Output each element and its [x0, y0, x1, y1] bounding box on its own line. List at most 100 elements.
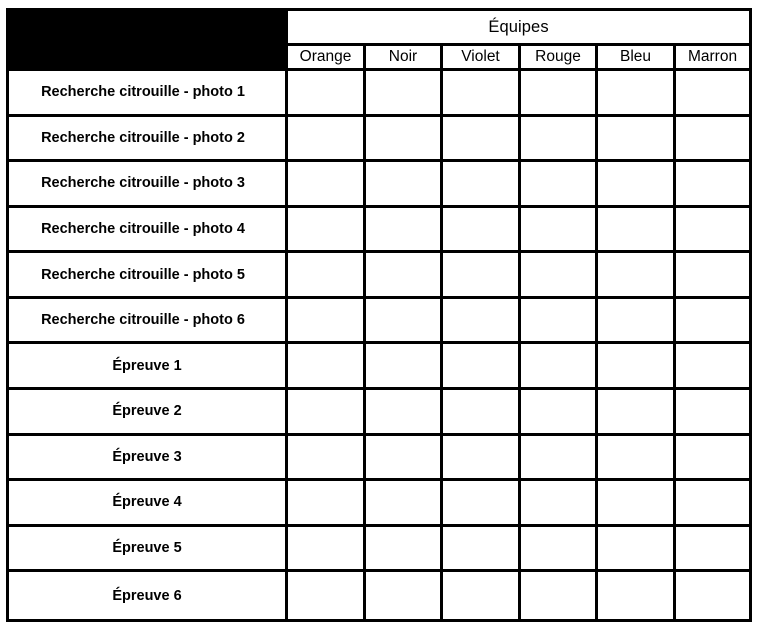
score-cell-r6-c1[interactable] [285, 295, 363, 342]
team-header-orange: Orange [285, 43, 363, 68]
row-label-12: Épreuve 6 [6, 569, 285, 622]
table-row: Épreuve 5 [6, 523, 753, 570]
table-row: Épreuve 1 [6, 341, 753, 387]
score-cell-r2-c4[interactable] [518, 113, 595, 160]
score-cell-r2-c6[interactable] [673, 113, 753, 160]
team-header-bleu: Bleu [595, 43, 673, 68]
score-cell-r3-c5[interactable] [595, 159, 673, 205]
score-cell-r11-c5[interactable] [595, 523, 673, 570]
score-cell-r3-c1[interactable] [285, 159, 363, 205]
score-cell-r12-c6[interactable] [673, 569, 753, 622]
score-cell-r9-c5[interactable] [595, 432, 673, 479]
score-cell-r6-c2[interactable] [363, 295, 440, 342]
score-cell-r7-c5[interactable] [595, 341, 673, 387]
row-label-8: Épreuve 2 [6, 386, 285, 433]
score-cell-r3-c6[interactable] [673, 159, 753, 205]
score-cell-r8-c2[interactable] [363, 386, 440, 433]
score-cell-r6-c5[interactable] [595, 295, 673, 342]
score-cell-r2-c3[interactable] [440, 113, 518, 160]
score-cell-r12-c3[interactable] [440, 569, 518, 622]
row-label-2: Recherche citrouille - photo 2 [6, 113, 285, 160]
table-row: Recherche citrouille - photo 2 [6, 113, 753, 160]
score-cell-r5-c4[interactable] [518, 250, 595, 296]
score-cell-r1-c4[interactable] [518, 68, 595, 114]
score-cell-r10-c6[interactable] [673, 478, 753, 524]
score-cell-r9-c1[interactable] [285, 432, 363, 479]
score-cell-r10-c2[interactable] [363, 478, 440, 524]
score-cell-r11-c6[interactable] [673, 523, 753, 570]
score-cell-r10-c3[interactable] [440, 478, 518, 524]
score-cell-r5-c5[interactable] [595, 250, 673, 296]
score-cell-r4-c4[interactable] [518, 204, 595, 251]
score-cell-r9-c2[interactable] [363, 432, 440, 479]
score-cell-r3-c2[interactable] [363, 159, 440, 205]
row-label-7: Épreuve 1 [6, 341, 285, 387]
score-cell-r5-c3[interactable] [440, 250, 518, 296]
score-cell-r7-c1[interactable] [285, 341, 363, 387]
row-label-1: Recherche citrouille - photo 1 [6, 68, 285, 114]
score-cell-r7-c4[interactable] [518, 341, 595, 387]
score-cell-r11-c4[interactable] [518, 523, 595, 570]
team-header-rouge: Rouge [518, 43, 595, 68]
score-table: Équipes Orange Noir Violet Rouge Bleu Marron … [6, 8, 753, 622]
score-cell-r8-c4[interactable] [518, 386, 595, 433]
score-cell-r12-c5[interactable] [595, 569, 673, 622]
score-cell-r7-c2[interactable] [363, 341, 440, 387]
teams-group-header: Équipes [285, 8, 753, 43]
score-cell-r2-c2[interactable] [363, 113, 440, 160]
score-cell-r6-c4[interactable] [518, 295, 595, 342]
score-cell-r4-c2[interactable] [363, 204, 440, 251]
row-label-3: Recherche citrouille - photo 3 [6, 159, 285, 205]
score-cell-r1-c5[interactable] [595, 68, 673, 114]
score-cell-r6-c3[interactable] [440, 295, 518, 342]
table-row: Recherche citrouille - photo 1 [6, 68, 753, 114]
score-cell-r3-c4[interactable] [518, 159, 595, 205]
score-cell-r11-c1[interactable] [285, 523, 363, 570]
score-cell-r12-c4[interactable] [518, 569, 595, 622]
score-cell-r6-c6[interactable] [673, 295, 753, 342]
corner-black-block [6, 8, 285, 68]
row-label-11: Épreuve 5 [6, 523, 285, 570]
score-cell-r10-c1[interactable] [285, 478, 363, 524]
score-cell-r8-c6[interactable] [673, 386, 753, 433]
score-cell-r1-c3[interactable] [440, 68, 518, 114]
score-cell-r1-c1[interactable] [285, 68, 363, 114]
score-cell-r10-c4[interactable] [518, 478, 595, 524]
score-cell-r10-c5[interactable] [595, 478, 673, 524]
score-cell-r9-c3[interactable] [440, 432, 518, 479]
score-sheet: Équipes Orange Noir Violet Rouge Bleu Marron … [6, 8, 753, 622]
team-header-violet: Violet [440, 43, 518, 68]
score-cell-r12-c1[interactable] [285, 569, 363, 622]
score-cell-r8-c1[interactable] [285, 386, 363, 433]
score-cell-r9-c4[interactable] [518, 432, 595, 479]
score-cell-r2-c1[interactable] [285, 113, 363, 160]
score-cell-r11-c2[interactable] [363, 523, 440, 570]
score-cell-r12-c2[interactable] [363, 569, 440, 622]
header-row-group: Équipes [6, 8, 753, 68]
score-cell-r9-c6[interactable] [673, 432, 753, 479]
score-cell-r2-c5[interactable] [595, 113, 673, 160]
score-cell-r11-c3[interactable] [440, 523, 518, 570]
score-cell-r4-c1[interactable] [285, 204, 363, 251]
table-row: Recherche citrouille - photo 6 [6, 295, 753, 342]
table-row: Recherche citrouille - photo 3 [6, 159, 753, 205]
table-row: Épreuve 2 [6, 386, 753, 433]
row-label-5: Recherche citrouille - photo 5 [6, 250, 285, 296]
score-cell-r4-c6[interactable] [673, 204, 753, 251]
score-cell-r4-c5[interactable] [595, 204, 673, 251]
score-cell-r1-c6[interactable] [673, 68, 753, 114]
score-cell-r7-c6[interactable] [673, 341, 753, 387]
score-cell-r5-c1[interactable] [285, 250, 363, 296]
score-cell-r5-c2[interactable] [363, 250, 440, 296]
score-cell-r7-c3[interactable] [440, 341, 518, 387]
score-cell-r8-c3[interactable] [440, 386, 518, 433]
score-cell-r3-c3[interactable] [440, 159, 518, 205]
score-cell-r5-c6[interactable] [673, 250, 753, 296]
table-row: Épreuve 4 [6, 478, 753, 524]
score-cell-r1-c2[interactable] [363, 68, 440, 114]
score-cell-r4-c3[interactable] [440, 204, 518, 251]
score-cell-r8-c5[interactable] [595, 386, 673, 433]
row-label-4: Recherche citrouille - photo 4 [6, 204, 285, 251]
row-label-6: Recherche citrouille - photo 6 [6, 295, 285, 342]
table-row: Recherche citrouille - photo 4 [6, 204, 753, 251]
